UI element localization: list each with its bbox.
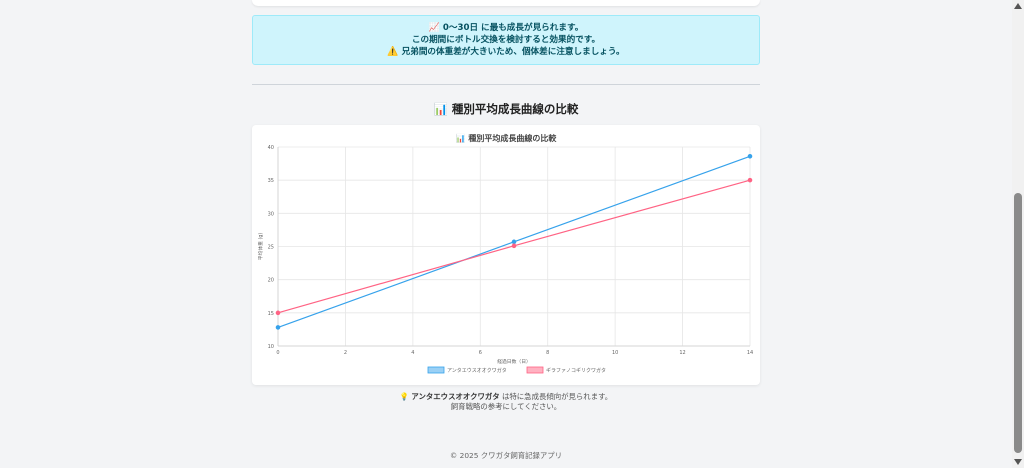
lightbulb-icon: 💡 [399,392,410,401]
section-divider [252,84,760,85]
x-tick-label: 8 [546,350,549,356]
legend-label-0: アンタエウスオオクワガタ [447,367,507,374]
growth-info-alert: 📈 0〜30日 に最も成長が見られます。 この期間にボトル交換を検討すると効果的… [252,15,760,65]
growth-chart: 📊 種別平均成長曲線の比較 10 15 20 25 30 35 40 0 2 4 6 8 10 12 14 経過… [257,133,753,374]
species-note: 💡 アンタエウスオオクワガタ は特に急成長傾向が見られます。 飼育戦略の参考にし… [252,392,760,412]
page: 📈 0〜30日 に最も成長が見られます。 この期間にボトル交換を検討すると効果的… [0,0,1012,468]
scroll-up-arrow-icon[interactable] [1014,3,1022,9]
y-tick-label: 40 [268,145,274,151]
x-tick-label: 0 [276,350,279,356]
chart-up-icon: 📈 [428,23,440,33]
y-tick-label: 10 [268,344,274,350]
legend-label-1: ギラファノコギリクワガタ [546,367,606,374]
x-tick-label: 14 [747,350,753,356]
data-point [511,243,517,249]
info-line-1: 📈 0〜30日 に最も成長が見られます。 [253,22,759,34]
vertical-scrollbar[interactable] [1012,0,1024,468]
y-tick-label: 35 [268,178,274,184]
section-title: 📊 種別平均成長曲線の比較 [252,101,760,117]
y-tick-label: 15 [268,311,274,317]
legend-swatch-1 [526,366,544,374]
info-line-3-text: 兄弟間の体重差が大きいため、個体差に注意しましょう。 [401,47,625,57]
x-axis-label: 経過日数（日） [497,358,531,365]
info-line-2: この期間にボトル交換を検討すると効果的です。 [411,35,601,45]
info-line-1-text: 0〜30日 に最も成長が見られます。 [442,23,584,33]
warning-icon: ⚠️ [387,47,399,57]
legend-swatch-0 [427,366,445,374]
footer-copyright: © 2025 クワガタ飼育記録アプリ [449,451,563,460]
bar-chart-icon: 📊 [433,102,448,116]
x-tick-label: 2 [344,350,347,356]
x-tick-label: 12 [679,350,685,356]
y-tick-label: 20 [268,278,274,284]
y-axis-label: 平均体重 (g) [257,233,264,261]
scroll-down-arrow-icon[interactable] [1014,459,1022,465]
x-tick-label: 10 [612,350,618,356]
data-point [747,177,753,183]
note-line-1-text: は特に急成長傾向が見られます。 [499,392,613,401]
chart-card: 📊 種別平均成長曲線の比較 10 15 20 25 30 35 40 0 2 4 6 8 10 12 14 経過… [252,125,760,385]
previous-card-edge [252,0,760,6]
x-tick-label: 4 [411,350,414,356]
info-line-3: ⚠️ 兄弟間の体重差が大きいため、個体差に注意しましょう。 [253,46,759,58]
y-tick-label: 25 [268,245,274,251]
note-line-2: 飼育戦略の参考にしてください。 [450,402,562,411]
data-point [747,153,753,159]
data-point [275,310,281,316]
section-title-text: 種別平均成長曲線の比較 [451,102,579,116]
chart-title: 📊 種別平均成長曲線の比較 [456,133,558,143]
x-tick-label: 6 [479,350,482,356]
note-line-1: 💡 アンタエウスオオクワガタ は特に急成長傾向が見られます。 [252,392,760,402]
scroll-thumb[interactable] [1014,193,1022,453]
data-point [511,239,517,245]
y-tick-label: 30 [268,211,274,217]
data-point [275,325,281,330]
note-species: アンタエウスオオクワガタ [411,392,500,401]
